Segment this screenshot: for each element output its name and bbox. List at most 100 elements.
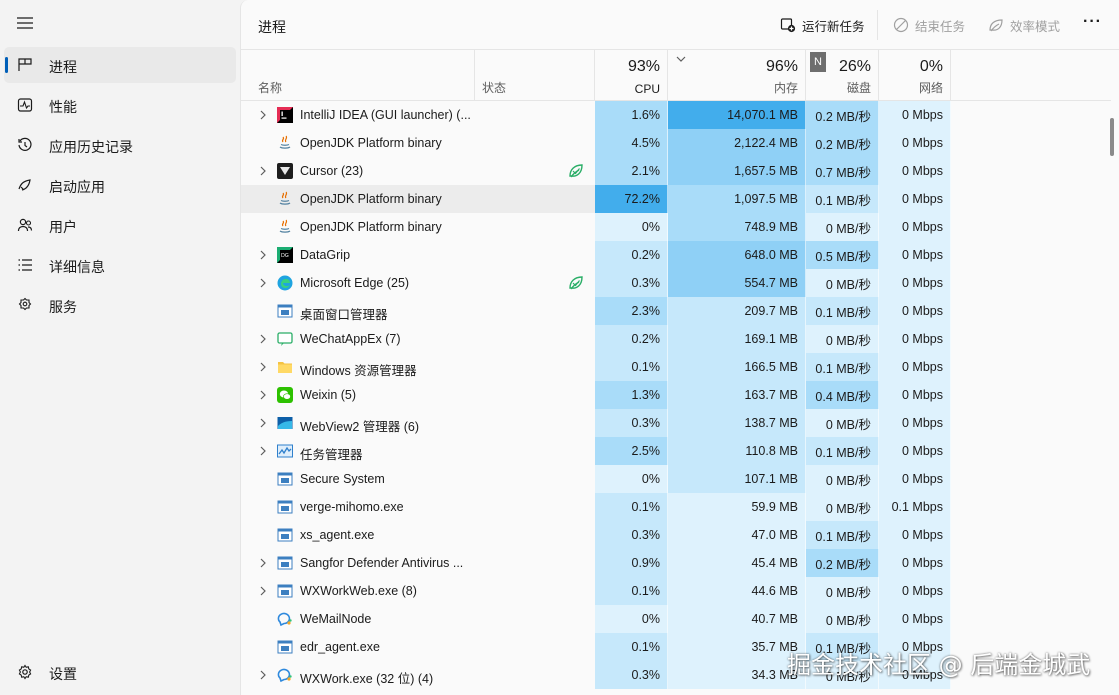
chevron-right-icon[interactable] xyxy=(259,166,267,176)
disk-cell: 0.1 MB/秒 xyxy=(806,437,879,465)
end-task-button[interactable]: 结束任务 xyxy=(893,13,965,37)
process-name-cell[interactable]: xs_agent.exe xyxy=(241,521,475,549)
sidebar-item-processes[interactable]: 进程 xyxy=(4,47,236,83)
chevron-right-icon[interactable] xyxy=(259,558,267,568)
chevron-right-icon[interactable] xyxy=(259,670,267,680)
table-row[interactable]: 任务管理器 2.5% 110.8 MB 0.1 MB/秒 0 Mbps xyxy=(241,437,1111,465)
chevron-right-icon[interactable] xyxy=(259,446,267,456)
process-name-cell[interactable]: OpenJDK Platform binary xyxy=(241,129,475,157)
chevron-right-icon[interactable] xyxy=(259,110,267,120)
menu-icon[interactable] xyxy=(14,12,36,34)
column-memory[interactable]: 96% 内存 xyxy=(668,50,806,101)
process-name-cell[interactable]: DG DataGrip xyxy=(241,241,475,269)
process-name-cell[interactable]: edr_agent.exe xyxy=(241,633,475,661)
table-row[interactable]: verge-mihomo.exe 0.1% 59.9 MB 0 MB/秒 0.1 Mbp… xyxy=(241,493,1111,521)
disk-cell: 0 MB/秒 xyxy=(806,605,879,633)
table-row[interactable]: WXWorkWeb.exe (8) 0.1% 44.6 MB 0 MB/秒 0 Mbps xyxy=(241,577,1111,605)
table-row[interactable]: Windows 资源管理器 0.1% 166.5 MB 0.1 MB/秒 0 Mbps xyxy=(241,353,1111,381)
process-name-cell[interactable]: Sangfor Defender Antivirus ... xyxy=(241,549,475,577)
table-row[interactable]: WeChatAppEx (7) 0.2% 169.1 MB 0 MB/秒 0 Mbps xyxy=(241,325,1111,353)
chevron-right-icon[interactable] xyxy=(259,278,267,288)
table-row[interactable]: WeMailNode 0% 40.7 MB 0 MB/秒 0 Mbps xyxy=(241,605,1111,633)
process-name-cell[interactable]: WeChatAppEx (7) xyxy=(241,325,475,353)
network-total: 0% xyxy=(919,58,943,75)
efficiency-mode-button[interactable]: 效率模式 xyxy=(988,13,1060,37)
chevron-right-icon[interactable] xyxy=(259,334,267,344)
folder-icon xyxy=(277,359,293,375)
process-name-cell[interactable]: Windows 资源管理器 xyxy=(241,353,475,381)
table-row[interactable]: Microsoft Edge (25) 0.3% 554.7 MB 0 MB/秒 0 M… xyxy=(241,269,1111,297)
process-name-cell[interactable]: Weixin (5) xyxy=(241,381,475,409)
sidebar-item-details[interactable]: 详细信息 xyxy=(4,247,236,283)
chevron-right-icon[interactable] xyxy=(259,362,267,372)
network-cell: 0 Mbps xyxy=(879,325,951,353)
table-row[interactable]: OpenJDK Platform binary 4.5% 2,122.4 MB 0.2… xyxy=(241,129,1111,157)
chevron-right-icon[interactable] xyxy=(259,390,267,400)
new-task-icon xyxy=(780,17,796,33)
cpu-cell: 72.2% xyxy=(595,185,668,213)
column-name[interactable]: 名称 xyxy=(241,50,475,101)
column-disk[interactable]: N 26% 磁盘 xyxy=(806,50,879,101)
process-name-cell[interactable]: WXWork.exe (32 位) (4) xyxy=(241,661,475,689)
table-row[interactable]: OpenJDK Platform binary 72.2% 1,097.5 MB 0.… xyxy=(241,185,1111,213)
cpu-cell: 0.2% xyxy=(595,241,668,269)
table-row[interactable]: Secure System 0% 107.1 MB 0 MB/秒 0 Mbps xyxy=(241,465,1111,493)
table-row[interactable]: 桌面窗口管理器 2.3% 209.7 MB 0.1 MB/秒 0 Mbps xyxy=(241,297,1111,325)
table-row[interactable]: WebView2 管理器 (6) 0.3% 138.7 MB 0 MB/秒 0 Mbps xyxy=(241,409,1111,437)
cpu-cell: 0.1% xyxy=(595,633,668,661)
more-options-icon[interactable]: ··· xyxy=(1083,13,1102,31)
table-row[interactable]: OpenJDK Platform binary 0% 748.9 MB 0 MB/秒 0… xyxy=(241,213,1111,241)
column-status[interactable]: 状态 xyxy=(475,50,595,101)
chevron-right-icon[interactable] xyxy=(259,250,267,260)
chevron-right-icon[interactable] xyxy=(259,586,267,596)
cpu-cell: 0.3% xyxy=(595,269,668,297)
sidebar-item-startup[interactable]: 启动应用 xyxy=(4,167,236,203)
column-network[interactable]: 0% 网络 xyxy=(879,50,951,101)
disk-total: 26% xyxy=(838,58,871,75)
process-name-cell[interactable]: 桌面窗口管理器 xyxy=(241,297,475,325)
process-name-cell[interactable]: WeMailNode xyxy=(241,605,475,633)
window-icon xyxy=(277,639,293,655)
sidebar-item-performance[interactable]: 性能 xyxy=(4,87,236,123)
window-icon xyxy=(277,583,293,599)
table-row[interactable]: xs_agent.exe 0.3% 47.0 MB 0.1 MB/秒 0 Mbps xyxy=(241,521,1111,549)
table-row[interactable]: IntelliJ IDEA (GUI launcher) (... 1.6% 14,… xyxy=(241,101,1111,129)
network-cell: 0 Mbps xyxy=(879,549,951,577)
process-name-cell[interactable]: 任务管理器 xyxy=(241,437,475,465)
column-cpu[interactable]: 93% CPU xyxy=(595,50,668,101)
memory-cell: 169.1 MB xyxy=(668,325,806,353)
chevron-right-icon[interactable] xyxy=(259,418,267,428)
table-row[interactable]: Weixin (5) 1.3% 163.7 MB 0.4 MB/秒 0 Mbps xyxy=(241,381,1111,409)
process-name-cell[interactable]: Microsoft Edge (25) xyxy=(241,269,475,297)
network-cell: 0 Mbps xyxy=(879,521,951,549)
memory-cell: 209.7 MB xyxy=(668,297,806,325)
cpu-cell: 2.5% xyxy=(595,437,668,465)
sidebar-item-label: 启动应用 xyxy=(49,179,105,195)
process-name-cell[interactable]: OpenJDK Platform binary xyxy=(241,213,475,241)
process-name-cell[interactable]: Cursor (23) xyxy=(241,157,475,185)
process-status-cell xyxy=(475,521,595,549)
sidebar-item-users[interactable]: 用户 xyxy=(4,207,236,243)
memory-total: 96% xyxy=(765,58,798,75)
settings-label: 设置 xyxy=(49,666,77,682)
process-name: Microsoft Edge (25) xyxy=(300,276,410,290)
network-cell: 0 Mbps xyxy=(879,101,951,129)
table-row[interactable]: DG DataGrip 0.2% 648.0 MB 0.5 MB/秒 0 Mbps xyxy=(241,241,1111,269)
sidebar-item-services[interactable]: 服务 xyxy=(4,287,236,323)
table-row[interactable]: Sangfor Defender Antivirus ... 0.9% 45.4 M… xyxy=(241,549,1111,577)
process-name-cell[interactable]: Secure System xyxy=(241,465,475,493)
table-row[interactable]: Cursor (23) 2.1% 1,657.5 MB 0.7 MB/秒 0 Mbps xyxy=(241,157,1111,185)
sidebar-item-history[interactable]: 应用历史记录 xyxy=(4,127,236,163)
run-new-task-button[interactable]: 运行新任务 xyxy=(780,13,865,37)
efficiency-leaf-icon xyxy=(569,276,583,290)
scrollbar[interactable] xyxy=(1110,118,1114,156)
services-icon xyxy=(16,296,34,314)
process-name-cell[interactable]: OpenJDK Platform binary xyxy=(241,185,475,213)
process-name: WeMailNode xyxy=(300,612,372,626)
sidebar-item-settings[interactable]: 设置 xyxy=(4,654,236,690)
java-icon xyxy=(277,135,293,151)
process-name-cell[interactable]: IntelliJ IDEA (GUI launcher) (... xyxy=(241,101,475,129)
process-name-cell[interactable]: verge-mihomo.exe xyxy=(241,493,475,521)
process-name-cell[interactable]: WebView2 管理器 (6) xyxy=(241,409,475,437)
process-name-cell[interactable]: WXWorkWeb.exe (8) xyxy=(241,577,475,605)
